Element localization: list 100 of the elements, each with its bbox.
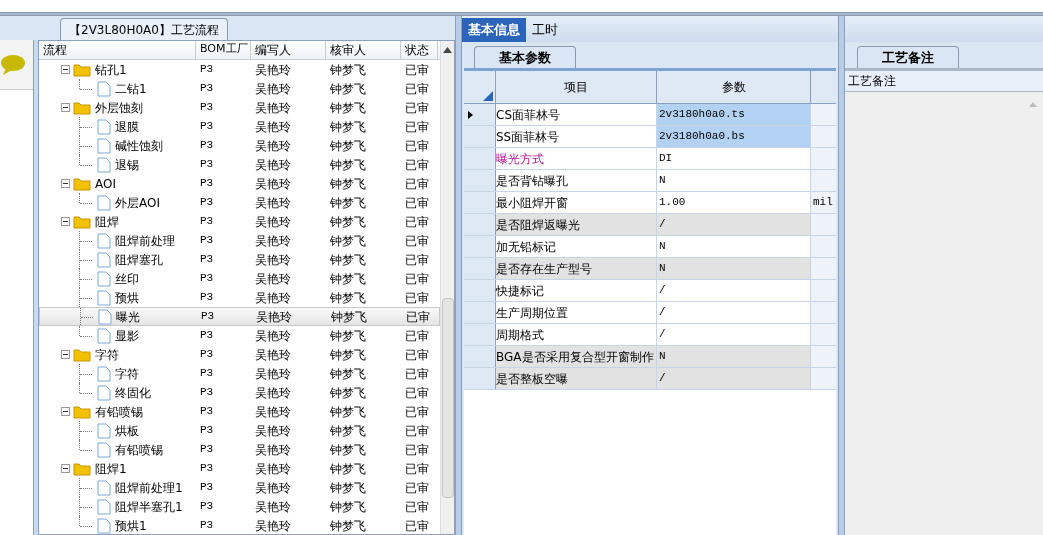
table-row[interactable]: 是否存在生产型号 N (464, 258, 836, 280)
table-cell-text: 钟梦飞 (329, 137, 367, 155)
tree-node-label: 外层AOI (115, 194, 160, 212)
document-icon (97, 118, 111, 135)
table-cell-text: 吴艳玲 (254, 403, 292, 421)
table-cell: CS面菲林号 (496, 104, 657, 125)
document-icon (97, 156, 111, 173)
table-cell[interactable]: 1.00 (657, 192, 811, 213)
table-cell-text: P3 (199, 442, 215, 458)
scroll-up-icon[interactable] (443, 47, 452, 53)
table-cell[interactable]: N (657, 236, 811, 257)
table-cell-text: P3 (199, 81, 215, 97)
table-cell-text: 钟梦飞 (329, 365, 367, 383)
table-cell-text: 已审 (404, 175, 430, 193)
column-header[interactable]: BOM工厂 (196, 41, 251, 59)
table-cell-text: 已审 (404, 251, 430, 269)
sub-tab[interactable]: 基本参数 (474, 46, 576, 68)
tree-node-label: AOI (95, 175, 116, 193)
table-cell[interactable]: / (657, 280, 811, 301)
table-row[interactable]: 曝光方式 DI (464, 148, 836, 170)
table-cell-text: 吴艳玲 (254, 232, 292, 250)
collapse-toggle[interactable] (61, 103, 70, 112)
collapse-toggle[interactable] (61, 464, 70, 473)
table-cell-text: 吴艳玲 (255, 308, 293, 326)
document-icon (97, 270, 111, 287)
column-header[interactable]: 流程 (39, 41, 196, 59)
scrollbar[interactable] (440, 41, 454, 534)
notes-field[interactable] (845, 92, 1043, 535)
sub-tab[interactable]: 工艺备注 (857, 46, 959, 68)
table-cell[interactable]: 2v3180h0a0.ts (657, 104, 811, 125)
table-row[interactable]: 周期格式 / (464, 324, 836, 346)
table-cell-text: 已审 (405, 308, 431, 326)
corner-icon (483, 91, 493, 101)
table-cell-text: P3 (199, 119, 215, 135)
table-cell-text: 已审 (404, 99, 430, 117)
table-cell-text: 已审 (404, 232, 430, 250)
table-cell-text: P3 (199, 461, 215, 477)
tree-node-label: 阻焊半塞孔1 (115, 498, 183, 516)
document-icon (98, 308, 112, 325)
table-row[interactable]: SS面菲林号 2v3180h0a0.bs (464, 126, 836, 148)
table-cell-text: 已审 (404, 61, 430, 79)
table-cell-text: 已审 (404, 441, 430, 459)
table-row[interactable]: 生产周期位置 / (464, 302, 836, 324)
table-cell-text: 吴艳玲 (254, 175, 292, 193)
table-cell-text: 已审 (404, 137, 430, 155)
tab[interactable]: 基本信息 (462, 18, 526, 42)
column-header[interactable]: 状态 (401, 41, 438, 59)
collapse-toggle[interactable] (61, 65, 70, 74)
table-cell-text: P3 (199, 233, 215, 249)
table-cell[interactable]: / (657, 368, 811, 389)
document-icon (97, 194, 111, 211)
table-cell-text: P3 (199, 366, 215, 382)
document-icon (97, 251, 111, 268)
collapse-toggle[interactable] (61, 407, 70, 416)
table-cell[interactable]: N (657, 258, 811, 279)
table-row[interactable]: BGA是否采用复合型开窗制作 N (464, 346, 836, 368)
column-header[interactable]: 编写人 (251, 41, 326, 59)
table-cell[interactable]: DI (657, 148, 811, 169)
table-cell[interactable]: / (657, 324, 811, 345)
tree-node-label: 外层蚀刻 (95, 99, 143, 117)
column-header[interactable]: 核审人 (326, 41, 401, 59)
table-cell-text: 吴艳玲 (254, 346, 292, 364)
table-cell-text: P3 (199, 62, 215, 78)
table-cell-text: P3 (199, 328, 215, 344)
table-cell[interactable]: 2v3180h0a0.bs (657, 126, 811, 147)
table-cell-text: 钟梦飞 (329, 327, 367, 345)
table-row[interactable]: 最小阻焊开窗 1.00 mil (464, 192, 836, 214)
table-cell-text: 吴艳玲 (254, 194, 292, 212)
document-icon (97, 384, 111, 401)
table-cell-text: P3 (199, 157, 215, 173)
tree-node-label: 阻焊 (95, 213, 119, 231)
tab[interactable]: 工时 (526, 18, 564, 42)
column-header[interactable]: 项目 (496, 71, 657, 103)
table-cell-text: 钟梦飞 (329, 403, 367, 421)
table-cell[interactable]: / (657, 214, 811, 235)
folder-icon (73, 347, 91, 362)
tree-row[interactable]: 曝光 P3 吴艳玲 钟梦飞 已审 (39, 307, 440, 326)
table-cell-text: mil (812, 195, 833, 211)
collapse-toggle[interactable] (61, 350, 70, 359)
table-cell-text: 钟梦飞 (329, 460, 367, 478)
table-cell-text: 已审 (404, 403, 430, 421)
table-row[interactable]: 是否阻焊返曝光 / (464, 214, 836, 236)
table-cell-text: 已审 (404, 460, 430, 478)
table-cell-text: 已审 (404, 289, 430, 307)
table-cell[interactable]: N (657, 170, 811, 191)
table-row[interactable]: 快捷标记 / (464, 280, 836, 302)
column-header[interactable]: 参数 (657, 71, 811, 103)
collapse-toggle[interactable] (61, 179, 70, 188)
table-cell-text: 钟梦飞 (329, 99, 367, 117)
folder-icon (73, 461, 91, 476)
table-cell-text: 吴艳玲 (254, 270, 292, 288)
table-cell[interactable]: / (657, 302, 811, 323)
table-row[interactable]: CS面菲林号 2v3180h0a0.ts (464, 104, 836, 126)
tree-node-label: 阻焊塞孔 (115, 251, 163, 269)
tree-node-label: 预烘1 (115, 517, 147, 534)
table-row[interactable]: 是否背钻曝孔 N (464, 170, 836, 192)
table-row[interactable]: 加无铅标记 N (464, 236, 836, 258)
collapse-toggle[interactable] (61, 217, 70, 226)
table-cell[interactable]: N (657, 346, 811, 367)
table-row[interactable]: 是否整板空曝 / (464, 368, 836, 390)
